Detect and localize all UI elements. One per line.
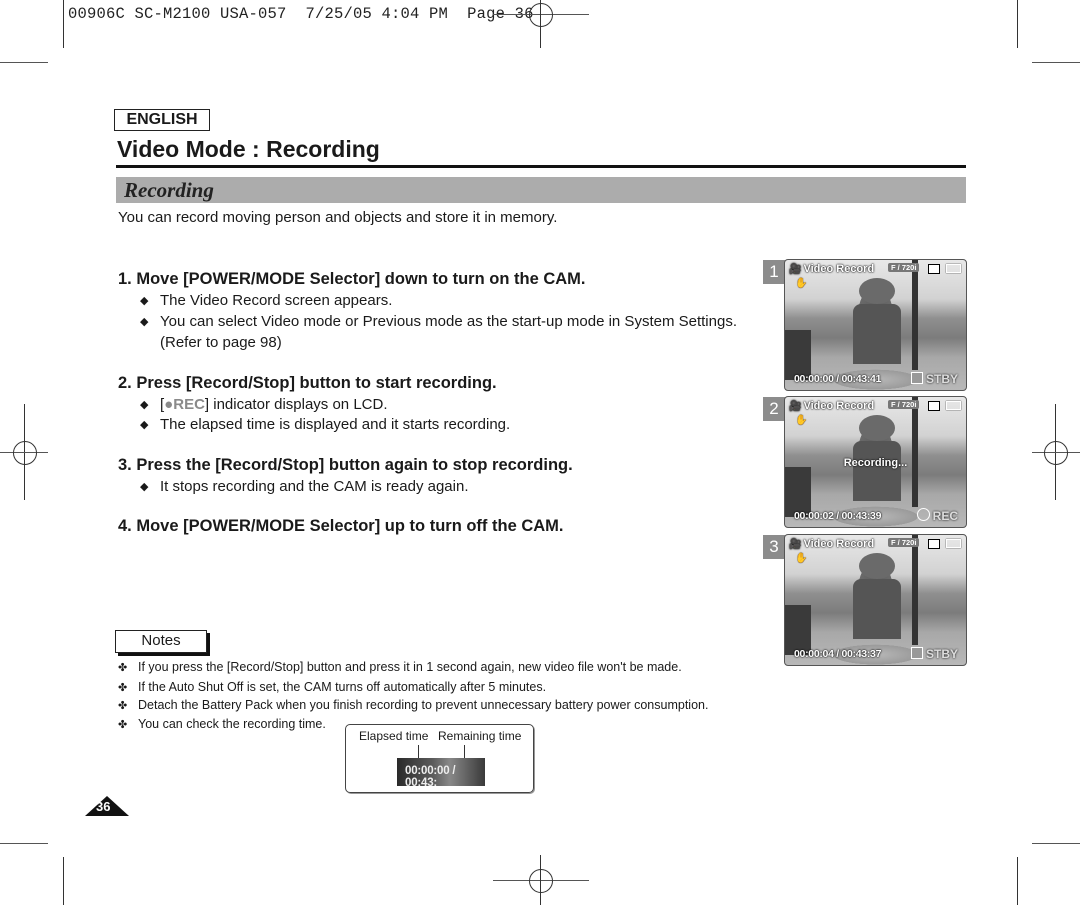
recording-time-diagram: Elapsed time Remaining time 00:00:00 / 0…	[345, 724, 534, 793]
elapsed-time-label: Elapsed time	[359, 729, 429, 743]
notes-label: Notes	[115, 630, 207, 653]
stabilizer-hand-icon: ✋	[795, 278, 808, 289]
stop-square-icon	[910, 647, 923, 659]
section-header: Recording	[116, 177, 966, 203]
note-item: ✤ You can check the recording time.	[118, 717, 326, 731]
time-readout-strip: 00:00:00 / 00:43:	[397, 758, 485, 789]
battery-icon	[946, 539, 961, 548]
step-4: 4. Move [POWER/MODE Selector] up to turn…	[118, 517, 564, 535]
step-2: 2. Press [Record/Stop] button to start r…	[118, 374, 497, 392]
stabilizer-hand-icon: ✋	[795, 553, 808, 564]
diamond-icon: ◆	[140, 419, 149, 431]
memory-icon	[928, 539, 940, 549]
cross-bullet-icon: ✤	[118, 662, 128, 674]
note-item: ✤ If the Auto Shut Off is set, the CAM tu…	[118, 680, 547, 694]
note-item: ✤ If you press the [Record/Stop] button a…	[118, 660, 682, 674]
page-title: Video Mode : Recording	[117, 136, 380, 162]
recording-message: Recording...	[843, 457, 908, 469]
cross-bullet-icon: ✤	[118, 700, 128, 712]
step-1-bullet: ◆ You can select Video mode or Previous m…	[140, 313, 737, 330]
step-3: 3. Press the [Record/Stop] button again …	[118, 456, 573, 474]
record-circle-icon	[916, 508, 930, 521]
screen-number: 3	[763, 535, 785, 559]
stabilizer-hand-icon: ✋	[795, 415, 808, 426]
stop-square-icon	[910, 372, 923, 384]
video-camera-icon: 🎥	[789, 401, 802, 412]
step-2-bullet: ◆ [●REC] indicator displays on LCD.	[140, 396, 388, 413]
lcd-status: STBY	[910, 372, 958, 386]
lcd-time-readout: 00:00:00 / 00:43:41	[794, 373, 882, 385]
remaining-time-label: Remaining time	[438, 729, 522, 743]
screen-number: 1	[763, 260, 785, 284]
lcd-title: Video Record	[803, 400, 875, 412]
record-dot-icon: ●	[164, 396, 174, 413]
lcd-time-readout: 00:00:02 / 00:43:39	[794, 510, 882, 522]
lcd-title: Video Record	[803, 538, 875, 550]
diamond-icon: ◆	[140, 316, 149, 328]
cross-bullet-icon: ✤	[118, 682, 128, 694]
note-item: ✤ Detach the Battery Pack when you finish…	[118, 698, 709, 712]
title-divider	[116, 165, 966, 168]
page-number-badge: 36	[85, 796, 129, 816]
resolution-badge: F / 720i	[888, 400, 920, 409]
step-2-bullet: ◆ The elapsed time is displayed and it st…	[140, 416, 511, 433]
intro-text: You can record moving person and objects…	[118, 209, 558, 226]
page-number: 36	[96, 799, 111, 814]
memory-icon	[928, 264, 940, 274]
lcd-screen: 🎥 Video Record F / 720i ✋ Recording... 00…	[784, 396, 967, 528]
resolution-badge: F / 720i	[888, 263, 920, 272]
step-1-bullet-continuation: (Refer to page 98)	[160, 334, 282, 351]
diamond-icon: ◆	[140, 481, 149, 493]
section-title: Recording	[124, 178, 214, 202]
video-camera-icon: 🎥	[789, 539, 802, 550]
screen-number: 2	[763, 397, 785, 421]
diamond-icon: ◆	[140, 399, 149, 411]
rec-indicator-label: REC	[173, 396, 205, 413]
step-1: 1. Move [POWER/MODE Selector] down to tu…	[118, 270, 586, 288]
cross-bullet-icon: ✤	[118, 719, 128, 731]
language-label: ENGLISH	[114, 109, 210, 131]
resolution-badge: F / 720i	[888, 538, 920, 547]
battery-icon	[946, 401, 961, 410]
lcd-title: Video Record	[803, 263, 875, 275]
lcd-screen: 🎥 Video Record F / 720i ✋ 00:00:00 / 00:4…	[784, 259, 967, 391]
time-readout: 00:00:00 / 00:43:	[405, 765, 456, 789]
lcd-status: STBY	[910, 647, 958, 661]
diamond-icon: ◆	[140, 295, 149, 307]
battery-icon	[946, 264, 961, 273]
video-camera-icon: 🎥	[789, 264, 802, 275]
printer-slug: 00906C SC-M2100 USA-057 7/25/05 4:04 PM …	[68, 5, 534, 23]
lcd-time-readout: 00:00:04 / 00:43:37	[794, 648, 882, 660]
memory-icon	[928, 401, 940, 411]
step-1-bullet: ◆ The Video Record screen appears.	[140, 292, 393, 309]
step-3-bullet: ◆ It stops recording and the CAM is ready…	[140, 478, 469, 495]
lcd-screen: 🎥 Video Record F / 720i ✋ 00:00:04 / 00:4…	[784, 534, 967, 666]
lcd-status: REC	[916, 508, 958, 523]
